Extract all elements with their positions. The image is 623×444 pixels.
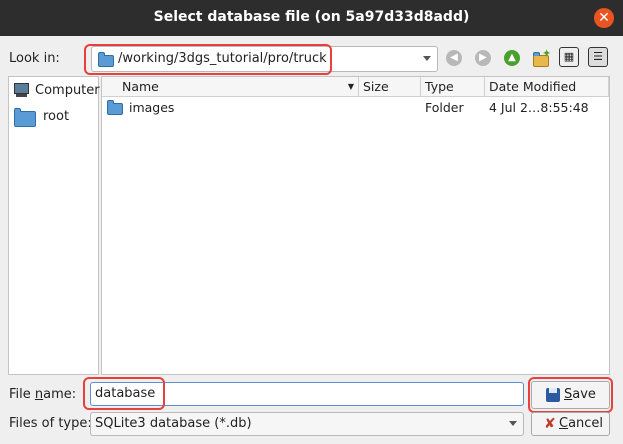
- parent-directory-button[interactable]: ▲: [501, 47, 523, 69]
- arrow-left-icon: ◀: [446, 50, 462, 66]
- grid-icon: ▦: [563, 50, 575, 63]
- table-row[interactable]: images Folder 4 Jul 2…8:55:48: [102, 98, 609, 118]
- chevron-down-icon: [509, 421, 517, 426]
- cancel-x-icon: ✘: [544, 416, 556, 432]
- sidebar-item-label: Computer: [35, 83, 100, 98]
- folder-icon: [14, 108, 36, 127]
- files-of-type-label: Files of type:: [9, 416, 92, 431]
- dialog-title: Select database file (on 5a97d33d8add): [153, 9, 470, 25]
- column-header-name[interactable]: Name ▼: [102, 77, 359, 97]
- folder-icon: [98, 52, 114, 67]
- folder-icon: [107, 100, 123, 115]
- close-button[interactable]: ✕: [594, 8, 614, 28]
- file-name-input[interactable]: database: [90, 382, 524, 406]
- look-in-combo[interactable]: /working/3dgs_tutorial/pro/truck: [91, 46, 438, 72]
- computer-icon: [14, 83, 29, 94]
- file-list[interactable]: Name ▼ Size Type Date Modified images Fo…: [101, 76, 610, 375]
- look-in-path: /working/3dgs_tutorial/pro/truck: [118, 51, 327, 66]
- close-icon: ✕: [598, 10, 610, 26]
- file-name-value: database: [95, 386, 156, 401]
- new-folder-button[interactable]: ✦: [530, 47, 552, 69]
- look-in-label: Look in:: [9, 51, 60, 66]
- file-type-cell: Folder: [425, 100, 464, 115]
- sidebar-item-root[interactable]: root: [13, 106, 98, 130]
- arrow-up-icon: ▲: [504, 50, 520, 66]
- column-header-size[interactable]: Size: [359, 77, 421, 97]
- file-date-cell: 4 Jul 2…8:55:48: [489, 100, 589, 115]
- chevron-down-icon: [423, 56, 431, 61]
- list-view-button[interactable]: ▦: [559, 47, 579, 67]
- detail-view-button[interactable]: ☰: [588, 47, 608, 67]
- sidebar-item-label: root: [43, 109, 70, 124]
- list-icon: ☰: [593, 50, 603, 63]
- files-of-type-value: SQLite3 database (*.db): [95, 416, 252, 431]
- save-button[interactable]: Save: [531, 381, 610, 409]
- column-header-type[interactable]: Type: [421, 77, 485, 97]
- file-name-label: File name:: [9, 387, 77, 402]
- title-bar: Select database file (on 5a97d33d8add) ✕: [0, 0, 623, 36]
- column-header-date[interactable]: Date Modified: [485, 77, 609, 97]
- back-button[interactable]: ◀: [443, 47, 465, 69]
- sidebar-item-computer[interactable]: Computer: [13, 81, 100, 105]
- forward-button[interactable]: ▶: [472, 47, 494, 69]
- file-name-cell: images: [129, 100, 175, 115]
- cancel-button[interactable]: ✘ Cancel: [531, 412, 610, 436]
- arrow-right-icon: ▶: [475, 50, 491, 66]
- files-of-type-combo[interactable]: SQLite3 database (*.db): [90, 412, 524, 436]
- sort-down-icon: ▼: [347, 82, 354, 91]
- sidebar: Computer root: [8, 76, 100, 375]
